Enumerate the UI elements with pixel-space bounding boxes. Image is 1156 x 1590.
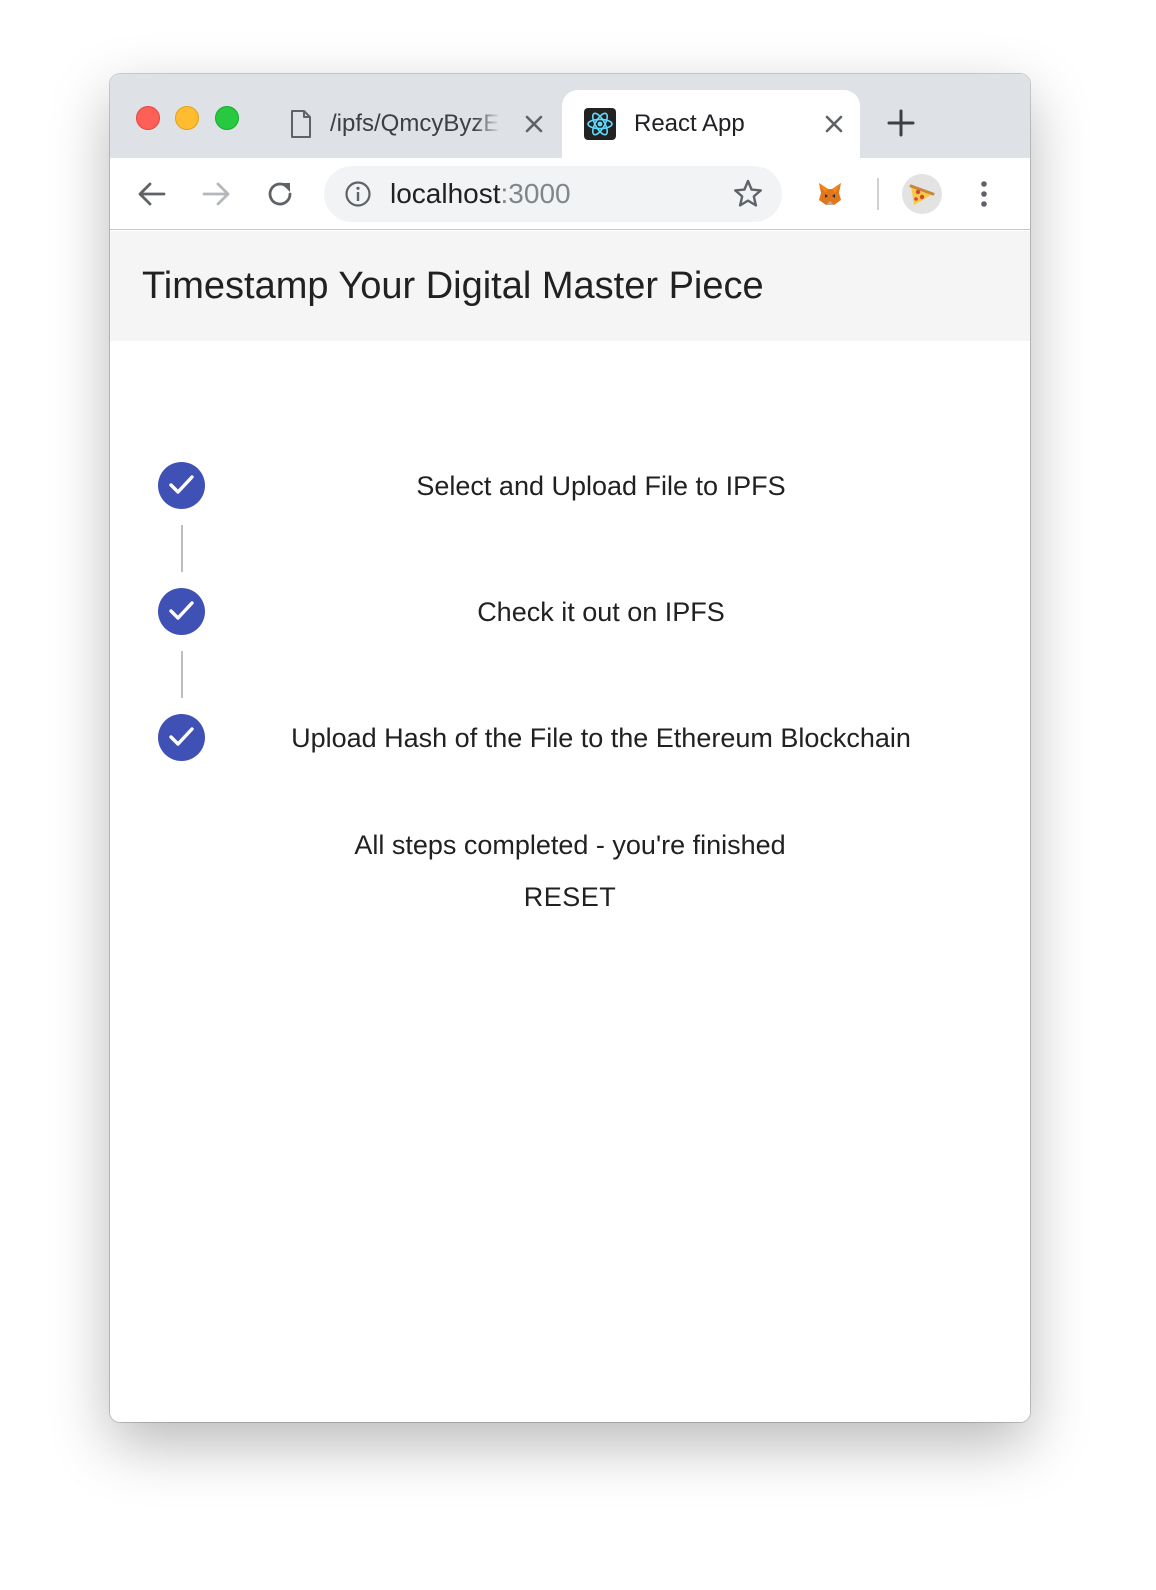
back-arrow-icon[interactable] bbox=[136, 178, 168, 210]
close-icon[interactable] bbox=[522, 112, 546, 136]
check-icon bbox=[169, 475, 194, 494]
app-bar: Timestamp Your Digital Master Piece bbox=[110, 231, 1030, 341]
tab-title: React App bbox=[634, 110, 745, 137]
step-connector bbox=[181, 525, 183, 572]
step-2-check-icon bbox=[158, 588, 205, 635]
url-text[interactable]: localhost:3000 bbox=[390, 179, 571, 209]
tab-ipfs[interactable]: /ipfs/QmcyByzEr bbox=[270, 90, 560, 158]
reset-button[interactable]: RESET bbox=[500, 875, 640, 919]
browser-window: /ipfs/QmcyByzEr React App localhost:3000… bbox=[110, 74, 1030, 1422]
check-icon bbox=[169, 727, 194, 746]
step-3-label[interactable]: Upload Hash of the File to the Ethereum … bbox=[220, 722, 982, 754]
step-1-check-icon bbox=[158, 462, 205, 509]
profile-avatar[interactable] bbox=[902, 174, 942, 214]
window-close-button[interactable] bbox=[136, 106, 160, 130]
pizza-icon bbox=[909, 184, 935, 205]
completion-message: All steps completed - you're finished bbox=[354, 830, 786, 860]
more-vert-icon[interactable] bbox=[972, 178, 996, 210]
window-maximize-button[interactable] bbox=[215, 106, 239, 130]
check-icon bbox=[169, 601, 194, 620]
page-content: Timestamp Your Digital Master Piece Sele… bbox=[110, 231, 1030, 1422]
new-tab-plus-icon[interactable] bbox=[886, 108, 916, 138]
forward-arrow-icon[interactable] bbox=[200, 178, 232, 210]
toolbar-separator bbox=[877, 178, 879, 210]
step-1-label[interactable]: Select and Upload File to IPFS bbox=[220, 470, 982, 502]
step-connector bbox=[181, 651, 183, 698]
window-minimize-button[interactable] bbox=[175, 106, 199, 130]
metamask-fox-icon[interactable] bbox=[816, 180, 844, 208]
tab-strip: /ipfs/QmcyByzEr React App bbox=[110, 74, 1030, 158]
react-icon bbox=[584, 108, 616, 140]
url-host: localhost bbox=[390, 178, 501, 209]
url-port: :3000 bbox=[500, 178, 571, 209]
step-3-check-icon bbox=[158, 714, 205, 761]
page-title: Timestamp Your Digital Master Piece bbox=[142, 265, 764, 307]
reload-icon[interactable] bbox=[264, 178, 296, 210]
browser-toolbar: localhost:3000 bbox=[110, 158, 1030, 230]
document-icon bbox=[291, 110, 311, 138]
tab-react-app[interactable]: React App bbox=[562, 90, 860, 158]
address-bar[interactable]: localhost:3000 bbox=[324, 166, 782, 222]
star-icon[interactable] bbox=[732, 178, 764, 210]
step-2-label[interactable]: Check it out on IPFS bbox=[220, 596, 982, 628]
tab-title: /ipfs/QmcyByzEr bbox=[330, 110, 500, 137]
info-icon[interactable] bbox=[344, 180, 372, 208]
close-icon[interactable] bbox=[822, 112, 846, 136]
